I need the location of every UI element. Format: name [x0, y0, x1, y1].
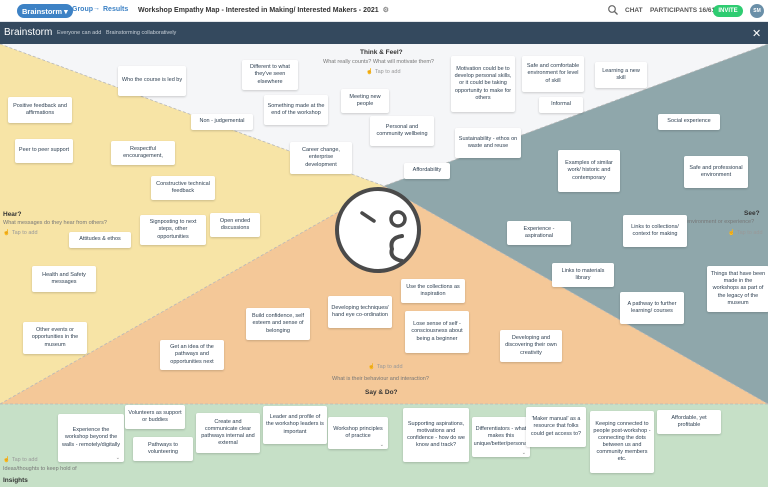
participants-button[interactable]: PARTICIPANTS 16/61: [650, 7, 715, 14]
note-text: Experience the workshop beyond the walls…: [61, 427, 121, 448]
sticky-note[interactable]: Lose sense of self - consciousness about…: [405, 311, 469, 353]
sticky-note[interactable]: Safe and comfortable environment for lev…: [522, 56, 584, 92]
invite-button[interactable]: INVITE: [713, 5, 743, 17]
sticky-note[interactable]: Experience - aspirational: [507, 221, 571, 245]
step-arrow: →: [62, 5, 69, 12]
sticky-note[interactable]: Affordability: [404, 163, 450, 179]
chevron-down-icon[interactable]: ⌄: [116, 455, 120, 461]
sticky-note[interactable]: Volunteers as support or buddies: [125, 405, 185, 429]
sticky-note[interactable]: Examples of similar work/ historic and c…: [558, 150, 620, 192]
sticky-note[interactable]: Positive feedback and affirmations: [8, 97, 72, 123]
brainstorm-title: Brainstorm: [4, 27, 53, 38]
insights-tap-add[interactable]: ☝ Tap to add: [3, 457, 38, 463]
sticky-note[interactable]: Differentiators - what makes this unique…: [472, 417, 530, 457]
say-do-question: What is their behaviour and interaction?: [332, 376, 429, 382]
permission-note: Everyone can add: [57, 30, 102, 36]
sticky-note[interactable]: Things that have been made in the worksh…: [707, 266, 768, 312]
sticky-note[interactable]: Health and Safety messages: [32, 266, 96, 292]
sticky-note[interactable]: Sustainability - ethos on waste and reus…: [455, 128, 521, 158]
say-do-title: Say & Do?: [365, 389, 398, 396]
see-title: See?: [744, 210, 760, 217]
insights-tap-add-label: Tap to add: [11, 457, 38, 463]
sticky-note[interactable]: Signposting to next steps, other opportu…: [140, 215, 206, 245]
sticky-note[interactable]: A pathway to further learning/ courses: [620, 292, 684, 324]
settings-gear-icon[interactable]: ⚙: [383, 6, 389, 14]
sticky-note[interactable]: Workshop principles of practice ⌄: [328, 417, 388, 449]
brainstorm-header: Brainstorm Everyone can add Brainstormin…: [0, 22, 768, 44]
board-title-text: Workshop Empathy Map - Interested in Mak…: [138, 6, 379, 14]
sticky-note[interactable]: Peer to peer support: [15, 139, 73, 163]
note-text: Differentiators - what makes this unique…: [473, 426, 529, 447]
sticky-note[interactable]: Other events or opportunities in the mus…: [23, 322, 87, 354]
sticky-note[interactable]: Attitudes & ethos: [69, 232, 131, 248]
think-tap-add[interactable]: ☝ Tap to add: [366, 69, 401, 75]
sticky-note[interactable]: Career change, enterprise development: [290, 142, 352, 174]
sticky-note[interactable]: Affordable, yet profitable: [657, 410, 721, 434]
board-title: Workshop Empathy Map - Interested in Mak…: [138, 6, 389, 15]
sticky-note[interactable]: Personal and community wellbeing: [370, 116, 434, 146]
sticky-note[interactable]: Informal: [539, 97, 583, 113]
sticky-note[interactable]: Non - judgemental: [191, 114, 253, 130]
say-tap-add-label: Tap to add: [376, 364, 403, 370]
hear-question: What messages do they hear from others?: [3, 220, 107, 226]
insights-title: Insights: [3, 477, 28, 484]
sticky-note[interactable]: Different to what they've seen elsewhere: [242, 60, 298, 90]
search-icon[interactable]: [607, 4, 619, 16]
sticky-note[interactable]: Developing techniques/ hand eye co-ordin…: [328, 296, 392, 328]
sticky-note[interactable]: Meeting new people: [341, 89, 389, 113]
close-icon[interactable]: ✕: [752, 27, 761, 40]
sticky-note[interactable]: Use the collections as inspiration: [401, 279, 465, 303]
tap-add-icon: ☝: [728, 230, 735, 236]
tap-add-icon: ☝: [368, 364, 375, 370]
sticky-note[interactable]: Open ended discussions: [210, 213, 260, 237]
sticky-note[interactable]: Experience the workshop beyond the walls…: [58, 414, 124, 462]
see-tap-add-label: Tap to add: [736, 230, 763, 236]
chat-button[interactable]: CHAT: [625, 7, 643, 14]
sticky-note[interactable]: Developing and discovering their own cre…: [500, 330, 562, 362]
think-feel-title: Think & Feel?: [360, 49, 403, 56]
note-text: Workshop principles of practice: [333, 425, 383, 439]
step-results-button[interactable]: Results: [103, 6, 128, 13]
sticky-note[interactable]: Build confidence, self esteem and sense …: [246, 308, 310, 340]
chevron-down-icon[interactable]: ⌄: [380, 442, 384, 448]
say-tap-add[interactable]: ☝ Tap to add: [368, 364, 403, 370]
avatar[interactable]: SM: [750, 4, 764, 18]
hear-tap-add[interactable]: ☝ Tap to add: [3, 230, 38, 236]
tap-add-icon: ☝: [366, 69, 373, 75]
empathy-face-icon: [335, 187, 421, 273]
chevron-down-icon[interactable]: ⌄: [522, 450, 526, 456]
sticky-note[interactable]: Safe and professional environment: [684, 156, 748, 188]
sticky-note[interactable]: Links to materials library: [552, 263, 614, 287]
think-tap-add-label: Tap to add: [374, 69, 401, 75]
sticky-note[interactable]: Get an idea of the pathways and opportun…: [160, 340, 224, 370]
sticky-note[interactable]: Keeping connected to people post-worksho…: [590, 411, 654, 473]
sticky-note[interactable]: Who the course is led by: [118, 66, 186, 96]
see-question: environment or experience?: [686, 219, 755, 225]
sticky-note[interactable]: Create and communicate clear pathways in…: [196, 413, 260, 453]
sticky-note[interactable]: Social experience: [658, 114, 720, 130]
sticky-note[interactable]: Leader and profile of the workshop leade…: [263, 406, 327, 444]
step-group-button[interactable]: Group: [72, 6, 93, 13]
sticky-note[interactable]: Motivation could be to develop personal …: [451, 56, 515, 112]
hear-tap-add-label: Tap to add: [11, 230, 38, 236]
hear-title: Hear?: [3, 211, 22, 218]
tap-add-icon: ☝: [3, 457, 10, 463]
sticky-note[interactable]: Constructive technical feedback: [151, 176, 215, 200]
sticky-note[interactable]: Learning a new skill: [595, 62, 647, 88]
insights-question: Ideas/thoughts to keep hold of: [3, 466, 77, 472]
sticky-note[interactable]: Something made at the end of the worksho…: [264, 95, 328, 125]
sticky-note[interactable]: 'Maker manual' as a resource that folks …: [526, 407, 586, 447]
think-feel-question: What really counts? What will motivate t…: [323, 59, 434, 65]
mode-note: Brainstorming collaboratively: [106, 30, 177, 36]
empathy-map-canvas[interactable]: Think & Feel? What really counts? What w…: [0, 44, 768, 487]
step-arrow: →: [93, 5, 100, 12]
sticky-note[interactable]: Respectful encouragement,: [111, 141, 175, 165]
sticky-note[interactable]: Links to collections/ context for making: [623, 215, 687, 247]
top-bar: Brainstorm ▾ → Group → Results Workshop …: [0, 0, 768, 22]
sticky-note[interactable]: Supporting aspirations, motivations and …: [403, 408, 469, 462]
see-tap-add[interactable]: ☝ Tap to add: [728, 230, 763, 236]
tap-add-icon: ☝: [3, 230, 10, 236]
sticky-note[interactable]: Pathways to volunteering: [133, 437, 193, 461]
step-brainstorm-label: Brainstorm: [22, 6, 63, 16]
